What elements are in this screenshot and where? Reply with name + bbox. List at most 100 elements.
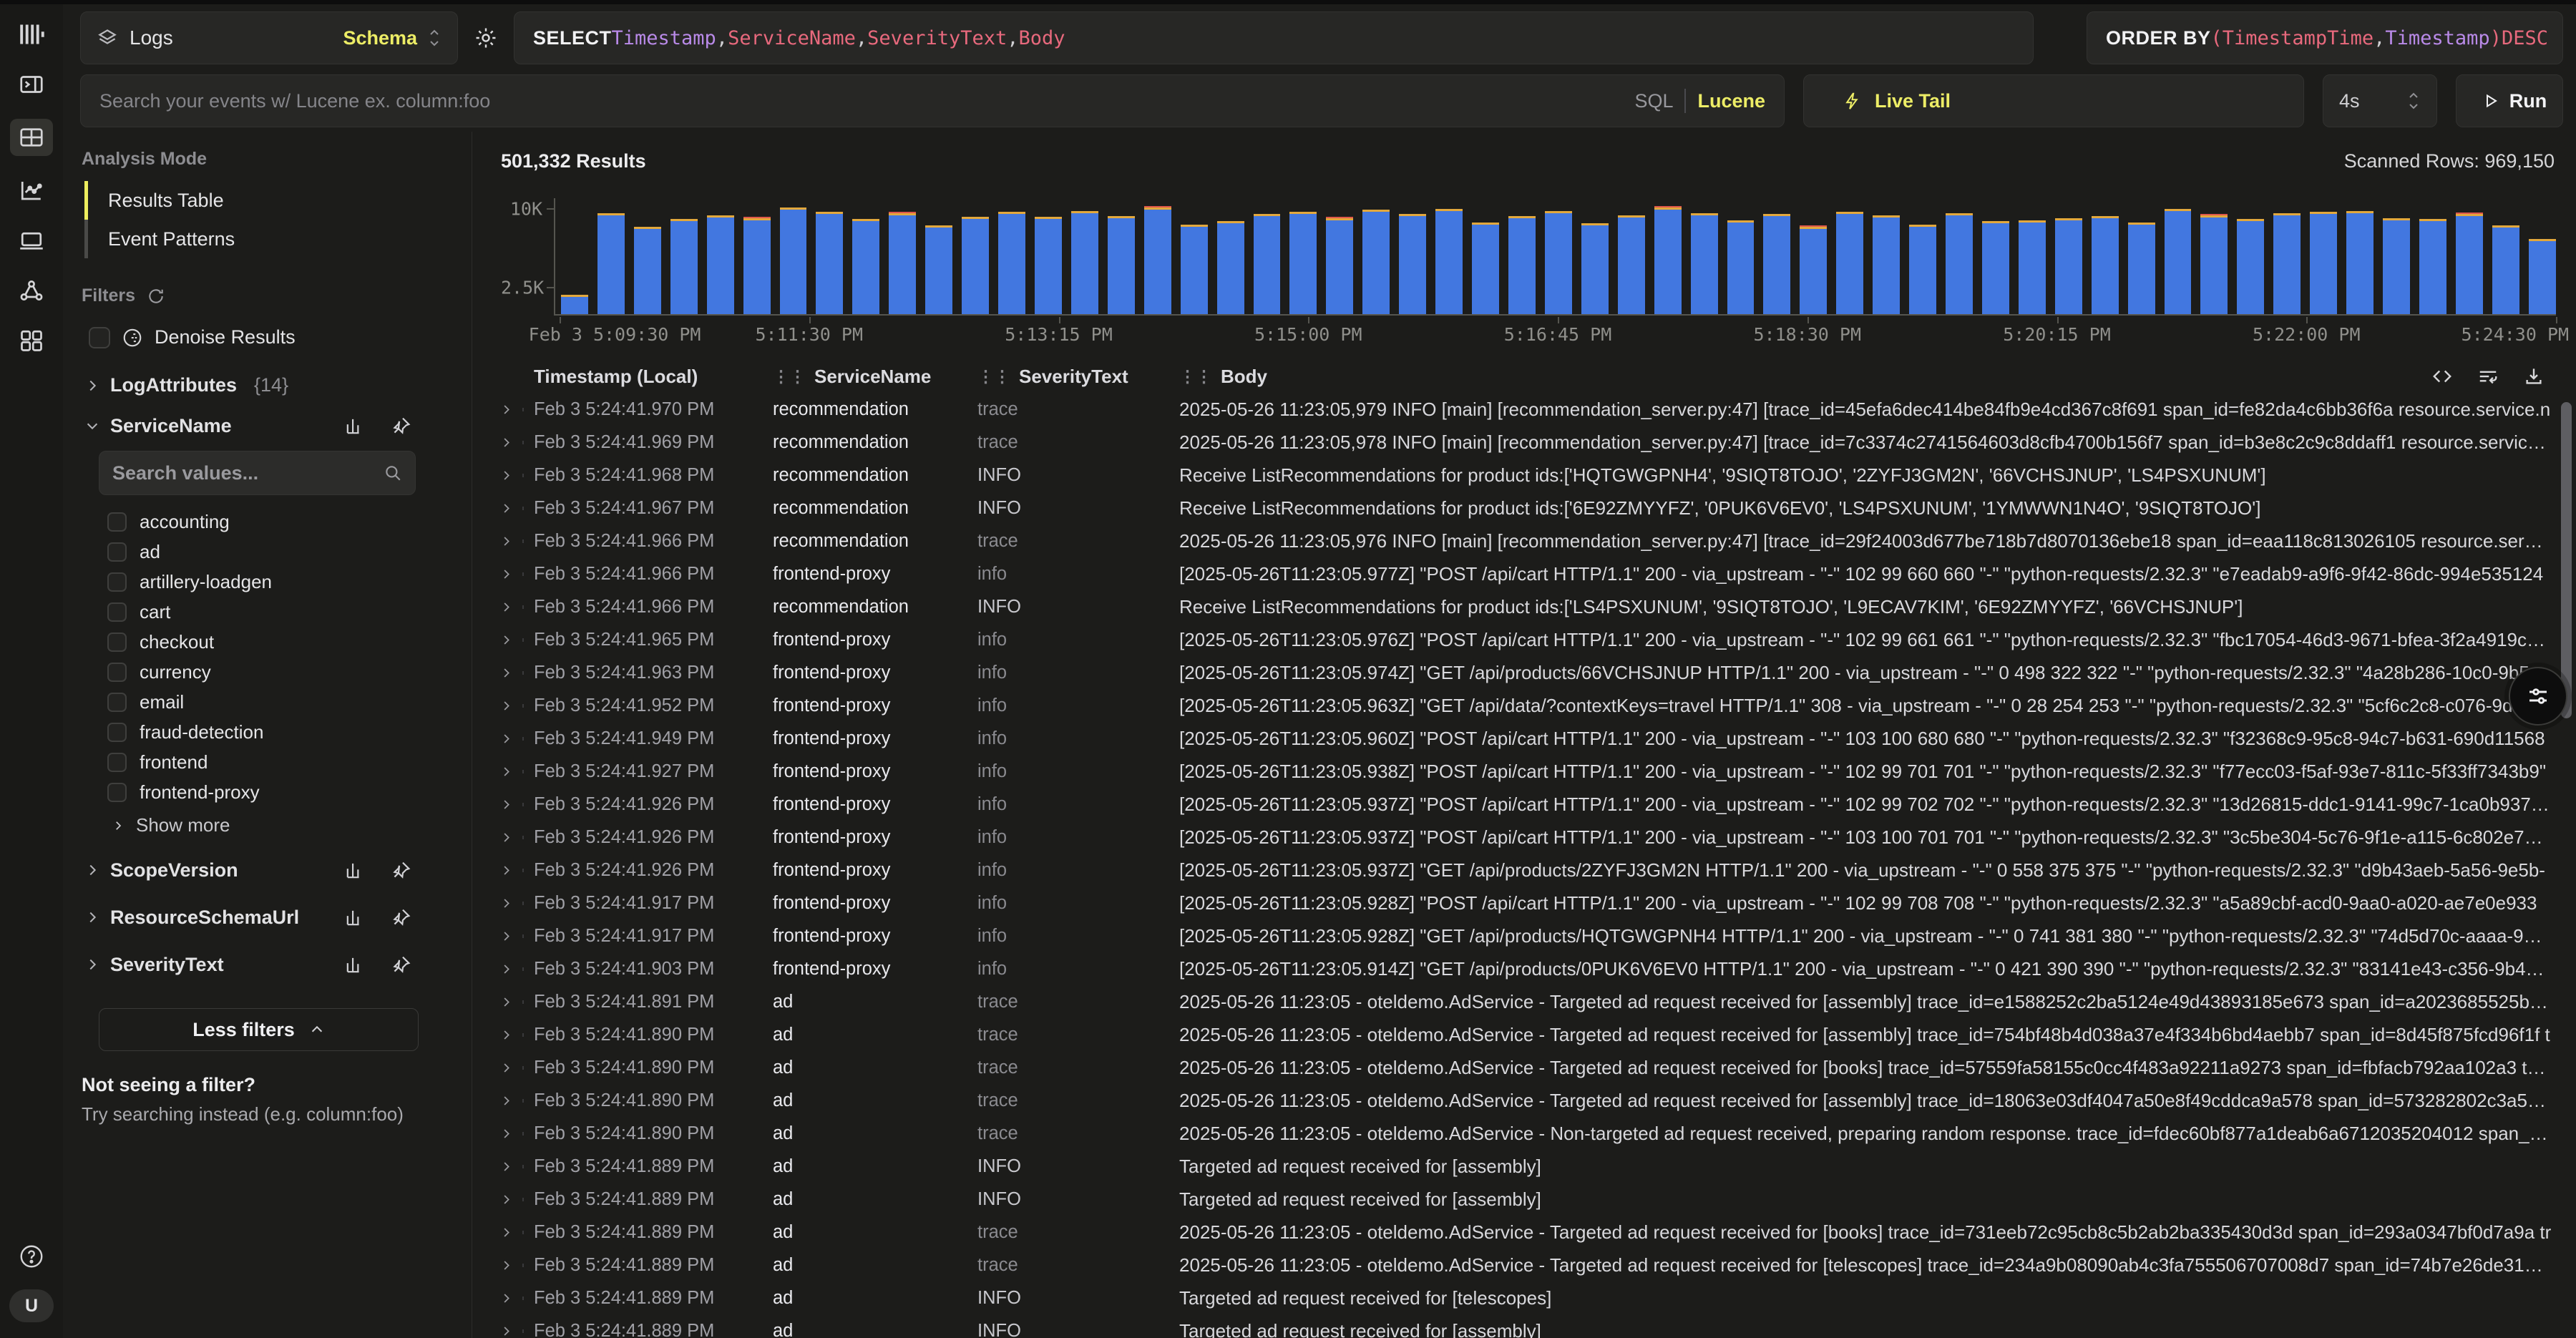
histogram-bar[interactable] [2237,219,2264,314]
table-row[interactable]: Feb 3 5:24:41.968 PMrecommendationINFORe… [472,459,2576,492]
histogram-bar[interactable] [1254,214,1281,314]
histogram-bar[interactable] [998,212,1025,314]
value-checkbox[interactable] [107,723,127,742]
download-icon[interactable] [2523,366,2545,387]
expand-chevron-icon[interactable] [499,502,534,515]
value-checkbox[interactable] [107,633,127,652]
service-value-item[interactable]: checkout [107,627,454,657]
histogram-bar[interactable] [561,295,588,314]
run-button[interactable]: Run [2456,74,2563,127]
table-row[interactable]: Feb 3 5:24:41.891 PMadtrace2025-05-26 11… [472,985,2576,1018]
expand-chevron-icon[interactable] [499,1291,534,1305]
table-row[interactable]: Feb 3 5:24:41.889 PMadtrace2025-05-26 11… [472,1216,2576,1249]
filter-fab-button[interactable] [2509,667,2567,726]
expand-chevron-icon[interactable] [499,798,534,811]
expand-chevron-icon[interactable] [499,1259,534,1272]
log-attributes-group[interactable]: LogAttributes {14} [84,374,454,396]
table-row[interactable]: Feb 3 5:24:41.917 PMfrontend-proxyinfo[2… [472,887,2576,919]
histogram-bar[interactable] [925,225,952,314]
expand-chevron-icon[interactable] [499,600,534,614]
table-row[interactable]: Feb 3 5:24:41.952 PMfrontend-proxyinfo[2… [472,689,2576,722]
histogram-bar[interactable] [1727,220,1755,314]
drag-handle-icon[interactable]: ⋮⋮ [773,368,806,385]
search-logs-icon[interactable] [10,119,53,156]
histogram-bar[interactable] [1326,217,1353,314]
expand-chevron-icon[interactable] [499,436,534,449]
expand-chevron-icon[interactable] [499,1226,534,1239]
column-header[interactable]: Timestamp (Local) [534,366,773,388]
table-row[interactable]: Feb 3 5:24:41.890 PMadtrace2025-05-26 11… [472,1117,2576,1150]
histogram-bar[interactable] [1035,217,1062,314]
histogram-bar[interactable] [1399,214,1426,314]
source-select[interactable]: Logs Schema [80,11,458,64]
orderby-statement[interactable]: ORDER BY (TimestampTime, Timestamp) DESC [2087,11,2563,64]
histogram-bar[interactable] [1909,225,1936,314]
pin-icon[interactable] [391,860,411,881]
table-row[interactable]: Feb 3 5:24:41.965 PMfrontend-proxyinfo[2… [472,623,2576,656]
show-more-button[interactable]: Show more [112,814,454,836]
expand-chevron-icon[interactable] [499,897,534,910]
chart-metrics-icon[interactable] [16,175,47,206]
user-avatar[interactable]: U [9,1289,54,1322]
histogram-bar[interactable] [1071,211,1098,314]
histogram-bar[interactable] [1873,215,1900,314]
service-name-header[interactable]: ServiceName [80,402,454,449]
expand-chevron-icon[interactable] [499,1094,534,1108]
expand-chevron-icon[interactable] [499,864,534,877]
service-value-item[interactable]: accounting [107,507,454,537]
terminal-icon[interactable] [16,69,47,100]
histogram-bar[interactable] [1982,221,2009,314]
expand-chevron-icon[interactable] [499,962,534,976]
bar-chart-icon[interactable] [344,416,365,436]
histogram-bar[interactable] [1800,225,1827,314]
value-checkbox[interactable] [107,602,127,622]
histogram-bar[interactable] [2383,218,2410,314]
table-row[interactable]: Feb 3 5:24:41.889 PMadtrace2025-05-26 11… [472,1249,2576,1281]
histogram-bar[interactable] [2092,216,2119,314]
histogram-bar[interactable] [634,227,661,314]
table-row[interactable]: Feb 3 5:24:41.966 PMrecommendationtrace2… [472,524,2576,557]
histogram-bar[interactable] [2128,223,2155,314]
table-row[interactable]: Feb 3 5:24:41.926 PMfrontend-proxyinfo[2… [472,788,2576,821]
apps-grid-icon[interactable] [16,325,47,356]
histogram-bar[interactable] [2273,213,2301,314]
table-row[interactable]: Feb 3 5:24:41.917 PMfrontend-proxyinfo[2… [472,919,2576,952]
vertical-scrollbar[interactable] [2561,402,2572,718]
histogram-bar[interactable] [743,217,771,314]
expand-chevron-icon[interactable] [499,1324,534,1338]
table-row[interactable]: Feb 3 5:24:41.903 PMfrontend-proxyinfo[2… [472,952,2576,985]
histogram-bar[interactable] [1289,212,1317,314]
bar-chart-icon[interactable] [344,954,365,975]
column-header[interactable]: ⋮⋮ServiceName [773,366,977,388]
histogram-bar[interactable] [2419,219,2446,314]
table-row[interactable]: Feb 3 5:24:41.966 PMrecommendationINFORe… [472,590,2576,623]
analysis-mode-item[interactable]: Event Patterns [84,220,454,258]
histogram-bar[interactable] [816,212,843,314]
histogram-bar[interactable] [1144,206,1171,314]
histogram-bar[interactable] [962,217,989,314]
service-value-item[interactable]: frontend [107,747,454,777]
pin-icon[interactable] [391,907,411,928]
expand-chevron-icon[interactable] [499,699,534,713]
histogram-bar[interactable] [1508,216,1536,314]
histogram-bar[interactable] [1435,209,1463,314]
expand-chevron-icon[interactable] [499,633,534,647]
search-input[interactable]: Search your events w/ Lucene ex. column:… [80,74,1785,127]
table-row[interactable]: Feb 3 5:24:41.966 PMfrontend-proxyinfo[2… [472,557,2576,590]
select-statement[interactable]: SELECT Timestamp, ServiceName, SeverityT… [514,11,2034,64]
histogram-plot[interactable] [554,198,2556,316]
histogram-bar[interactable] [2200,214,2228,314]
value-checkbox[interactable] [107,753,127,772]
histogram-bar[interactable] [2456,213,2483,314]
service-value-item[interactable]: email [107,687,454,717]
value-checkbox[interactable] [107,542,127,562]
table-row[interactable]: Feb 3 5:24:41.890 PMadtrace2025-05-26 11… [472,1051,2576,1084]
table-row[interactable]: Feb 3 5:24:41.890 PMadtrace2025-05-26 11… [472,1018,2576,1051]
value-checkbox[interactable] [107,693,127,712]
histogram-bar[interactable] [1618,215,1645,314]
histogram-bar[interactable] [2492,225,2519,314]
gear-icon[interactable] [474,26,498,50]
expand-chevron-icon[interactable] [499,831,534,844]
column-header[interactable]: ⋮⋮SeverityText [977,366,1179,388]
value-checkbox[interactable] [107,572,127,592]
